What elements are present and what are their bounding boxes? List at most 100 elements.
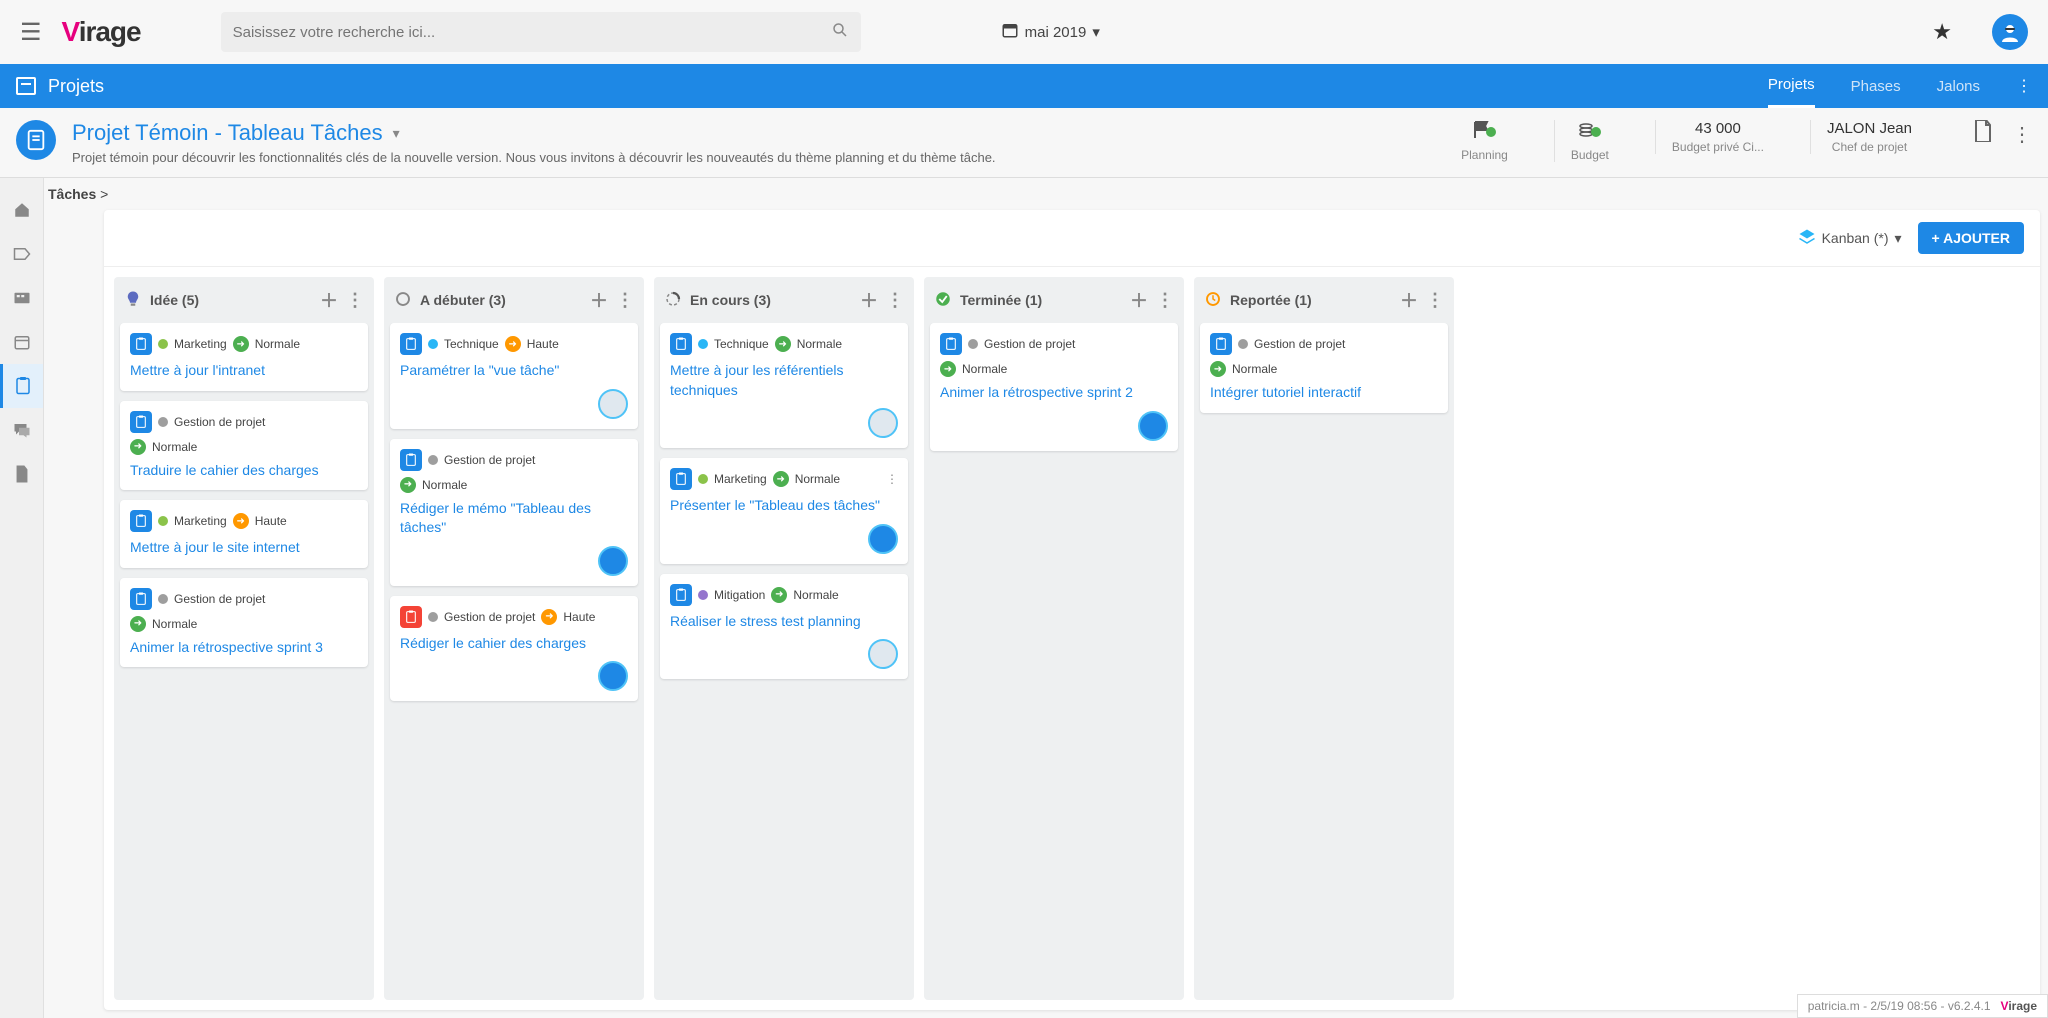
projects-icon: [16, 77, 36, 95]
kanban-card[interactable]: Marketing➜HauteMettre à jour le site int…: [120, 500, 368, 568]
priority-icon: ➜: [1210, 361, 1226, 377]
card-priority: Normale: [422, 478, 467, 492]
column-add-icon[interactable]: ＋: [320, 287, 338, 313]
rail-tasks-icon[interactable]: [0, 364, 43, 408]
breadcrumb: Tâches >: [44, 178, 2048, 210]
search-input[interactable]: [233, 24, 831, 41]
assignee-avatar: [598, 389, 628, 419]
card-category: Gestion de projet: [444, 610, 535, 624]
project-title[interactable]: Projet Témoin - Tableau Tâches ▾: [72, 120, 1445, 146]
metric-budget[interactable]: Budget: [1554, 120, 1625, 162]
column-body[interactable]: Gestion de projet➜NormaleAnimer la rétro…: [924, 323, 1184, 1000]
kanban-card[interactable]: Gestion de projet➜NormaleAnimer la rétro…: [930, 323, 1178, 451]
filter-icon[interactable]: [120, 227, 138, 250]
column-status-icon: [1204, 290, 1222, 311]
column-body[interactable]: Marketing➜NormaleMettre à jour l'intrane…: [114, 323, 374, 1000]
task-badge-icon: [400, 333, 422, 355]
category-dot: [428, 339, 438, 349]
card-priority: Haute: [255, 514, 287, 528]
add-button[interactable]: + AJOUTER: [1918, 222, 2024, 254]
task-badge-icon: [130, 333, 152, 355]
kanban-card[interactable]: Gestion de projet➜HauteRédiger le cahier…: [390, 596, 638, 702]
more-icon[interactable]: ⋮: [2012, 122, 2032, 147]
kanban-card[interactable]: Mitigation➜NormaleRéaliser le stress tes…: [660, 574, 908, 680]
assignee-avatar: [1138, 411, 1168, 441]
nav-more-icon[interactable]: ⋮: [2016, 76, 2032, 96]
footer-logo: Virage: [2001, 999, 2037, 1013]
kanban-card[interactable]: Technique➜HauteParamétrer la "vue tâche": [390, 323, 638, 429]
column-body[interactable]: Gestion de projet➜NormaleIntégrer tutori…: [1194, 323, 1454, 1000]
star-icon[interactable]: ★: [1932, 19, 1952, 45]
task-badge-icon: [400, 606, 422, 628]
column-add-icon[interactable]: ＋: [860, 287, 878, 313]
metric-planning[interactable]: Planning: [1445, 120, 1524, 162]
category-dot: [158, 516, 168, 526]
calendar-icon: [1001, 21, 1019, 43]
metric-chief[interactable]: JALON Jean Chef de projet: [1810, 120, 1928, 154]
task-badge-icon: [670, 584, 692, 606]
assignee-avatar: [598, 546, 628, 576]
tab-projets[interactable]: Projets: [1768, 64, 1815, 108]
card-title: Mettre à jour le site internet: [130, 538, 358, 558]
column-more-icon[interactable]: ⋮: [1156, 290, 1174, 311]
card-title: Animer la rétrospective sprint 2: [940, 383, 1168, 403]
rail-board-icon[interactable]: [0, 276, 43, 320]
column-body[interactable]: Technique➜NormaleMettre à jour les référ…: [654, 323, 914, 1000]
card-category: Marketing: [174, 514, 227, 528]
column-body[interactable]: Technique➜HauteParamétrer la "vue tâche"…: [384, 323, 644, 1000]
rail-tag-icon[interactable]: [0, 232, 43, 276]
column-add-icon[interactable]: ＋: [590, 287, 608, 313]
card-priority: Normale: [1232, 362, 1277, 376]
kanban-card[interactable]: Gestion de projet➜NormaleTraduire le cah…: [120, 401, 368, 491]
card-priority: Normale: [255, 337, 300, 351]
column-add-icon[interactable]: ＋: [1130, 287, 1148, 313]
search-box[interactable]: [221, 12, 861, 52]
footer-status: patricia.m - 2/5/19 08:56 - v6.2.4.1 Vir…: [1797, 994, 2048, 1018]
user-avatar[interactable]: [1992, 14, 2028, 50]
card-title: Mettre à jour les référentiels technique…: [670, 361, 898, 400]
app-logo: Virage: [62, 16, 141, 48]
metric-private-budget[interactable]: 43 000 Budget privé Ci...: [1655, 120, 1780, 154]
card-priority: Haute: [563, 610, 595, 624]
assignee-avatar: [598, 661, 628, 691]
menu-icon[interactable]: ☰: [20, 18, 42, 47]
column-more-icon[interactable]: ⋮: [886, 290, 904, 311]
tab-phases[interactable]: Phases: [1851, 66, 1901, 107]
kanban-card[interactable]: Gestion de projet➜NormaleIntégrer tutori…: [1200, 323, 1448, 413]
column-more-icon[interactable]: ⋮: [346, 290, 364, 311]
layers-icon: [1798, 228, 1816, 249]
rail-file-icon[interactable]: [0, 452, 43, 496]
column-status-icon: [394, 290, 412, 311]
project-metrics: Planning Budget 43 000 Budget privé Ci..…: [1445, 120, 2032, 162]
kanban-card[interactable]: Marketing➜NormaleMettre à jour l'intrane…: [120, 323, 368, 391]
column-header: A débuter (3)＋⋮: [384, 277, 644, 323]
date-selector[interactable]: mai 2019 ▾: [1001, 21, 1100, 43]
search-icon[interactable]: [831, 21, 849, 44]
priority-icon: ➜: [505, 336, 521, 352]
priority-icon: ➜: [400, 477, 416, 493]
kanban-card[interactable]: Marketing➜Normale⋮Présenter le "Tableau …: [660, 458, 908, 564]
column-title: Terminée (1): [960, 292, 1042, 308]
kanban-card[interactable]: Technique➜NormaleMettre à jour les référ…: [660, 323, 908, 448]
tab-jalons[interactable]: Jalons: [1937, 66, 1980, 107]
column-more-icon[interactable]: ⋮: [616, 290, 634, 311]
column-add-icon[interactable]: ＋: [1400, 287, 1418, 313]
rail-calendar-icon[interactable]: [0, 320, 43, 364]
card-priority: Normale: [797, 337, 842, 351]
document-icon[interactable]: [1974, 120, 1992, 148]
kanban-card[interactable]: Gestion de projet➜NormaleAnimer la rétro…: [120, 578, 368, 668]
card-more-icon[interactable]: ⋮: [886, 472, 898, 486]
card-priority: Haute: [527, 337, 559, 351]
flag-icon: [1461, 120, 1508, 145]
priority-icon: ➜: [775, 336, 791, 352]
kanban-card[interactable]: Gestion de projet➜NormaleRédiger le mémo…: [390, 439, 638, 586]
rail-home-icon[interactable]: [0, 188, 43, 232]
category-dot: [428, 612, 438, 622]
priority-icon: ➜: [541, 609, 557, 625]
priority-icon: ➜: [773, 471, 789, 487]
chevron-down-icon[interactable]: ▾: [393, 125, 400, 142]
date-value: mai 2019: [1025, 24, 1087, 41]
column-more-icon[interactable]: ⋮: [1426, 290, 1444, 311]
view-selector[interactable]: Kanban (*) ▾: [1798, 228, 1902, 249]
rail-chat-icon[interactable]: [0, 408, 43, 452]
